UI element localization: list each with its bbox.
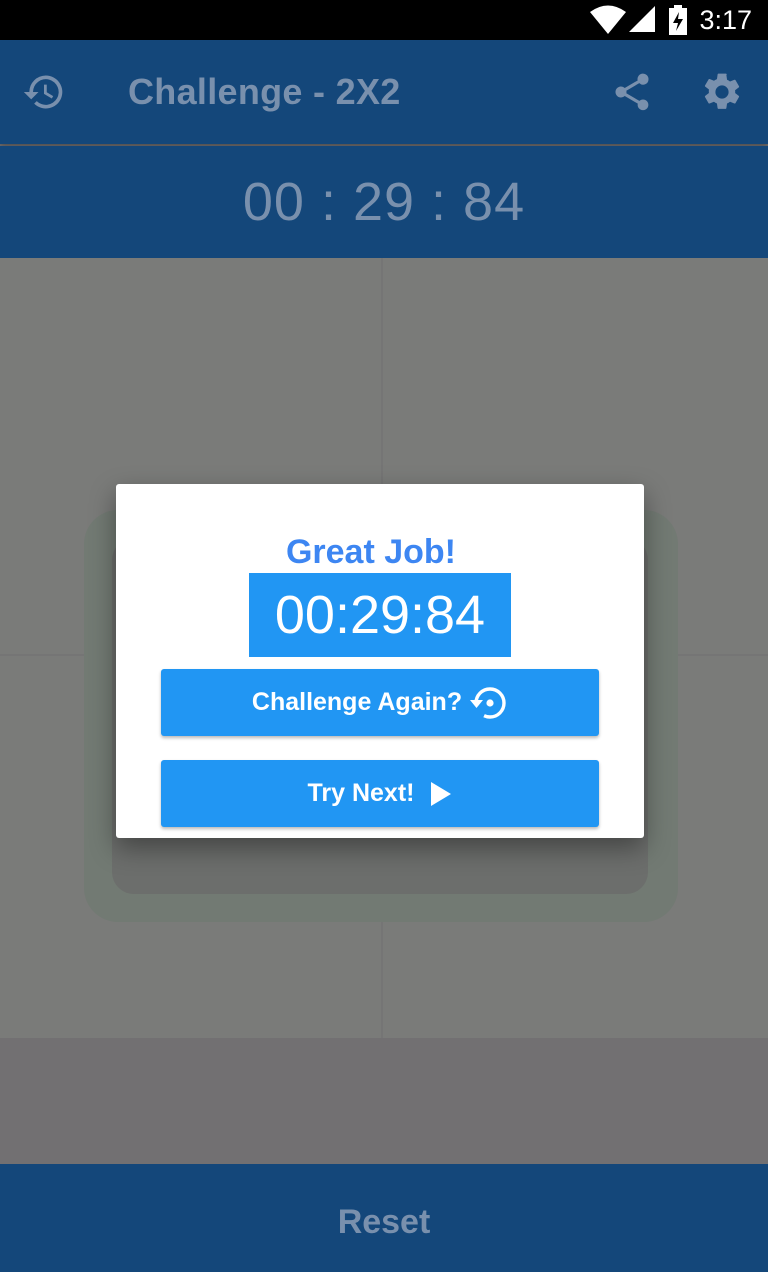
try-next-button[interactable]: Try Next!: [161, 760, 599, 827]
dialog-headline: Great Job!: [285, 533, 457, 571]
share-icon[interactable]: [610, 70, 654, 114]
battery-charging-icon: [669, 5, 687, 35]
reset-button[interactable]: Reset: [0, 1202, 768, 1242]
settings-icon[interactable]: [700, 70, 744, 114]
final-time: 00:29:84: [249, 573, 511, 657]
status-bar: 3:17: [0, 0, 768, 40]
timer-bar: 00 : 29 : 84: [0, 146, 768, 258]
play-icon: [430, 781, 452, 807]
app-bar: Challenge - 2X2: [0, 40, 768, 144]
elapsed-timer: 00 : 29 : 84: [242, 172, 526, 232]
page-title: Challenge - 2X2: [128, 71, 401, 112]
restart-icon: [468, 683, 508, 723]
status-time: 3:17: [699, 5, 752, 35]
reset-bar[interactable]: Reset: [0, 1164, 768, 1272]
wifi-icon: [590, 5, 626, 34]
completion-dialog: Great Job! 00:29:84 Challenge Again? Try…: [116, 484, 644, 838]
cell-signal-icon: [629, 6, 655, 32]
try-next-label: Try Next!: [307, 779, 415, 807]
challenge-again-button[interactable]: Challenge Again?: [161, 669, 599, 736]
challenge-again-label: Challenge Again?: [251, 688, 463, 716]
history-icon[interactable]: [22, 70, 66, 114]
